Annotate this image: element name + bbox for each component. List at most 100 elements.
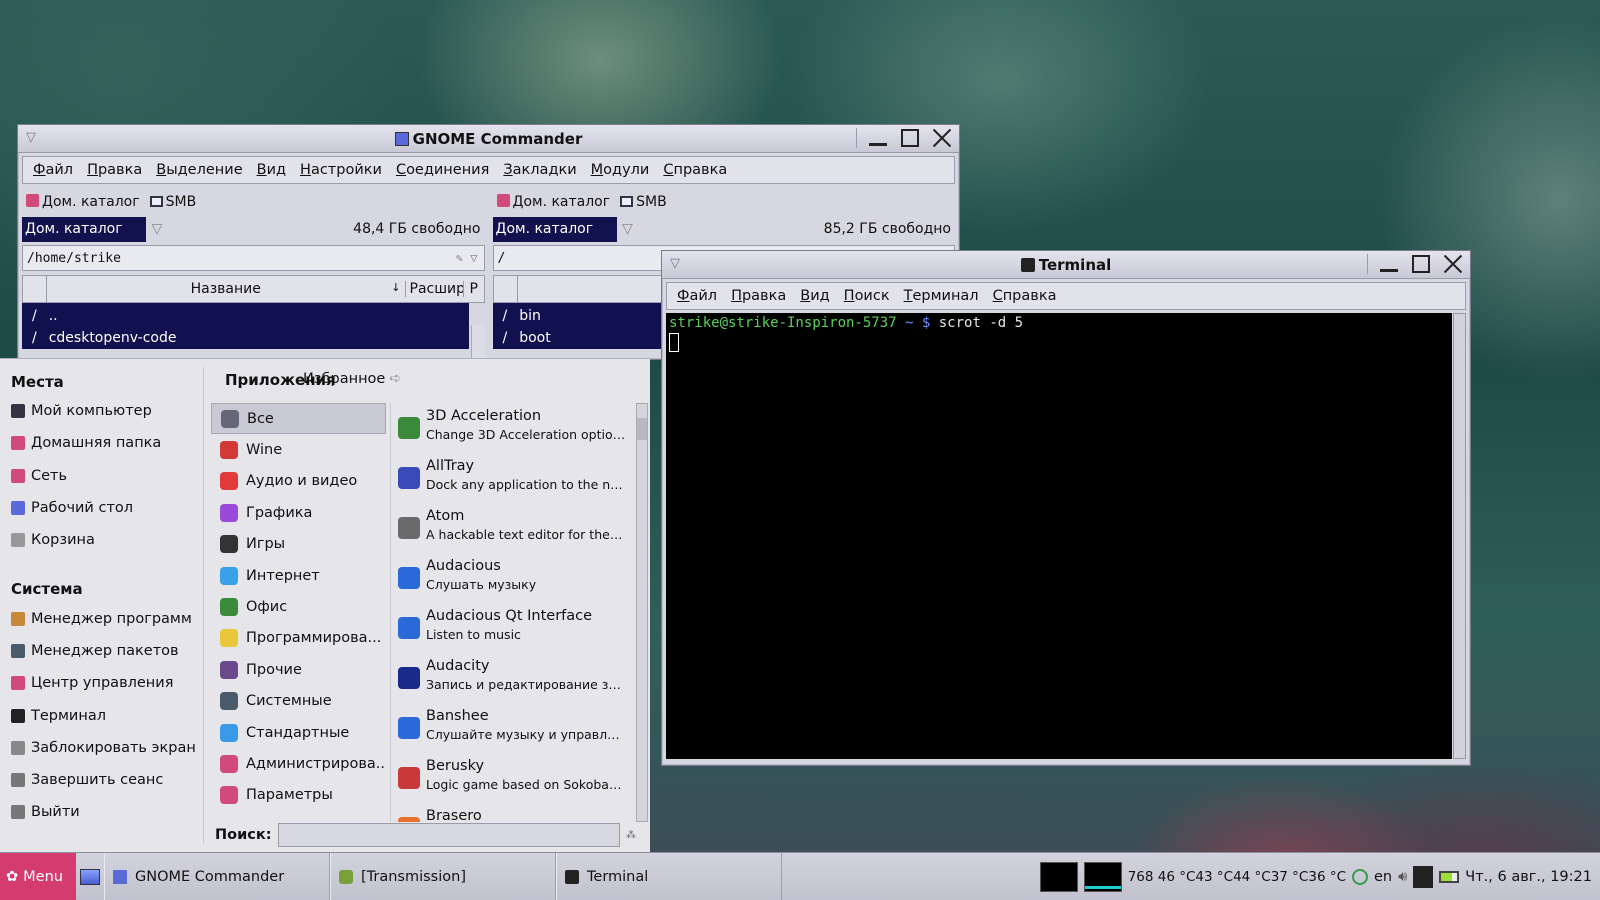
task-transmission[interactable]: [Transmission] — [330, 853, 556, 900]
menu-button[interactable]: ✿ Menu — [0, 853, 76, 900]
menu-view[interactable]: Вид — [800, 288, 829, 304]
category-item[interactable]: Администрирова... — [211, 748, 386, 779]
path-history-icon[interactable]: ✎ ▽ — [456, 251, 478, 265]
menu-help[interactable]: Справка — [993, 288, 1057, 304]
app-item[interactable]: Berusky Logic game based on Sokoban(TM) — [398, 753, 630, 803]
category-item[interactable]: Параметры — [211, 780, 386, 811]
category-item[interactable]: Wine — [211, 434, 386, 465]
maximize-button[interactable] — [1410, 253, 1432, 275]
terminal-output[interactable]: strike@strike-Inspiron-5737 ~ $ scrot -d… — [666, 313, 1452, 759]
menu-connections[interactable]: Соединения — [396, 162, 489, 178]
terminal-titlebar[interactable]: ▽ Terminal — [662, 251, 1470, 279]
col-name-header[interactable]: Название ↓ — [47, 281, 406, 297]
place-item[interactable]: Рабочий стол — [11, 492, 203, 524]
cpu-graph[interactable] — [1039, 861, 1078, 892]
clock[interactable]: Чт., 6 авг., 19:21 — [1465, 869, 1592, 885]
menu-file[interactable]: Файл — [677, 288, 717, 304]
window-menu-icon[interactable]: ▽ — [26, 130, 42, 146]
app-item[interactable]: Audacity Запись и редактирование звука — [398, 653, 630, 703]
list-item[interactable]: / cdesktopenv-code — [22, 327, 469, 349]
place-item[interactable]: Сеть — [11, 460, 203, 492]
col-icon-header[interactable] — [494, 276, 518, 302]
window-menu-icon[interactable]: ▽ — [670, 256, 686, 272]
category-item[interactable]: Все — [211, 403, 386, 435]
search-input[interactable] — [277, 823, 620, 847]
app-item[interactable]: Brasero — [398, 803, 630, 822]
menu-search[interactable]: Поиск — [844, 288, 890, 304]
volume-icon[interactable]: 🔊︎ — [1398, 869, 1407, 885]
system-item[interactable]: Терминал — [11, 699, 203, 731]
gcmd-titlebar[interactable]: ▽ GNOME Commander — [18, 125, 959, 153]
sensors-readout[interactable]: 768 46 °C43 °C44 °C37 °C36 °C — [1128, 869, 1346, 885]
category-item[interactable]: Аудио и видео — [211, 466, 386, 497]
menu-bookmarks[interactable]: Закладки — [503, 162, 576, 178]
category-item[interactable]: Графика — [211, 497, 386, 528]
signal-icon[interactable] — [1413, 865, 1434, 888]
place-item[interactable]: Корзина — [11, 524, 203, 556]
category-item[interactable]: Прочие — [211, 654, 386, 685]
place-item[interactable]: Мой компьютер — [11, 395, 203, 427]
chevron-down-icon[interactable]: ▽ — [146, 221, 168, 237]
terminal-window[interactable]: ▽ Terminal Файл Правка Вид Поиск Термина… — [661, 250, 1471, 766]
left-scrollbar[interactable] — [470, 325, 485, 359]
category-item[interactable]: Интернет — [211, 560, 386, 591]
menu-edit[interactable]: Правка — [87, 162, 142, 178]
app-item[interactable]: AllTray Dock any application to the notif… — [398, 453, 630, 503]
menu-view[interactable]: Вид — [257, 162, 286, 178]
search-options-icon[interactable]: ⁂ — [626, 830, 640, 841]
home-dir-button[interactable]: Дом. каталог — [26, 194, 140, 210]
menu-plugins[interactable]: Модули — [591, 162, 650, 178]
scroll-thumb[interactable] — [637, 418, 647, 440]
battery-icon[interactable] — [1439, 870, 1460, 883]
system-item[interactable]: Менеджер программ — [11, 602, 203, 634]
category-item[interactable]: Офис — [211, 591, 386, 622]
path-bar[interactable]: /home/strike ✎ ▽ — [22, 245, 485, 271]
show-desktop-button[interactable] — [76, 853, 104, 900]
app-item[interactable]: Banshee Слушайте музыку и управляйте меди… — [398, 703, 630, 753]
close-button[interactable] — [931, 127, 953, 149]
menu-terminal[interactable]: Терминал — [904, 288, 979, 304]
menu-settings[interactable]: Настройки — [300, 162, 382, 178]
device-combo[interactable]: Дом. каталог — [22, 216, 146, 242]
minimize-button[interactable] — [1378, 253, 1400, 275]
file-list[interactable]: /.. / cdesktopenv-code — [22, 303, 469, 349]
device-combo[interactable]: Дом. каталог — [492, 216, 617, 242]
network-manager-icon[interactable] — [1352, 868, 1369, 885]
menu-file[interactable]: Файл — [33, 162, 73, 178]
menu-edit[interactable]: Правка — [731, 288, 786, 304]
chevron-down-icon[interactable]: ▽ — [617, 221, 639, 237]
menu-help[interactable]: Справка — [663, 162, 727, 178]
system-item[interactable]: Менеджер пакетов — [11, 635, 203, 667]
network-graph[interactable] — [1083, 861, 1122, 892]
close-button[interactable] — [1442, 253, 1464, 275]
keyboard-layout[interactable]: en — [1374, 869, 1392, 885]
system-item[interactable]: Центр управления — [11, 667, 203, 699]
smb-button[interactable]: SMB — [149, 194, 196, 210]
category-item[interactable]: Игры — [211, 529, 386, 560]
col-icon-header[interactable] — [23, 276, 47, 302]
menu-mark[interactable]: Выделение — [156, 162, 242, 178]
system-item[interactable]: Заблокировать экран — [11, 732, 203, 764]
apps-scrollbar[interactable] — [636, 403, 648, 822]
category-item[interactable]: Программирова... — [211, 623, 386, 654]
minimize-button[interactable] — [867, 127, 889, 149]
system-item[interactable]: Выйти — [11, 796, 203, 828]
system-label: Менеджер пакетов — [31, 642, 179, 659]
task-terminal[interactable]: Terminal — [556, 853, 782, 900]
col-r-header[interactable]: Р — [464, 281, 484, 297]
app-item[interactable]: Atom A hackable text editor for the 21st … — [398, 503, 630, 553]
list-item[interactable]: /.. — [22, 305, 469, 327]
category-item[interactable]: Стандартные — [211, 717, 386, 748]
system-item[interactable]: Завершить сеанс — [11, 764, 203, 796]
task-gnome-commander[interactable]: GNOME Commander — [104, 853, 330, 900]
place-item[interactable]: Домашняя папка — [11, 427, 203, 459]
col-ext-header[interactable]: Расшир — [406, 281, 464, 297]
app-item[interactable]: Audacious Слушать музыку — [398, 553, 630, 603]
category-item[interactable]: Системные — [211, 686, 386, 717]
maximize-button[interactable] — [899, 127, 921, 149]
terminal-scrollbar[interactable] — [1453, 313, 1466, 759]
home-dir-button[interactable]: Дом. каталог — [496, 194, 610, 210]
smb-button[interactable]: SMB — [620, 194, 667, 210]
app-item[interactable]: Audacious Qt Interface Listen to music — [398, 603, 630, 653]
app-item[interactable]: 3D Acceleration Change 3D Acceleration op… — [398, 403, 630, 453]
